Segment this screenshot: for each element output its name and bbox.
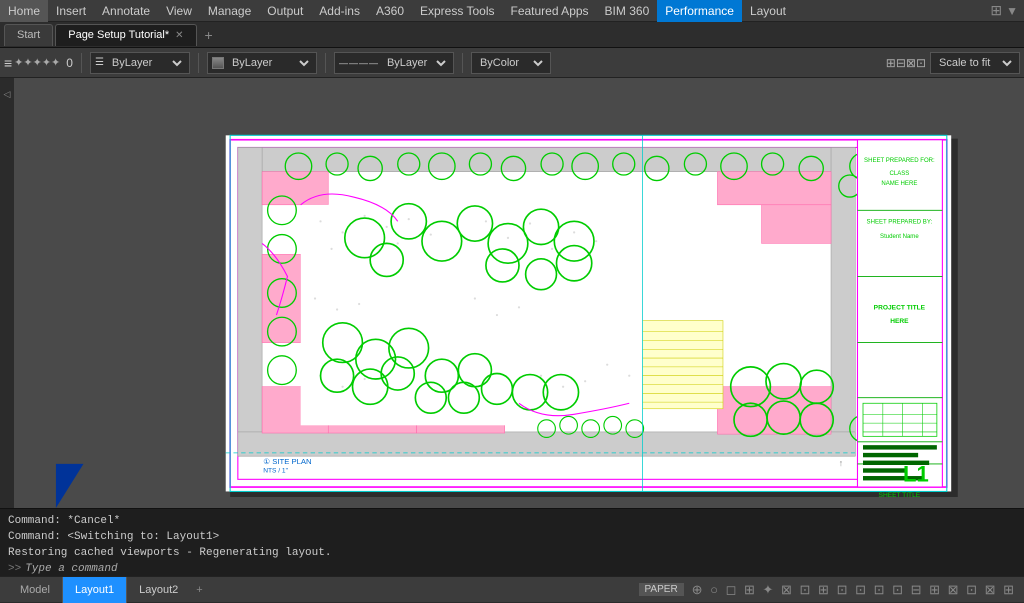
- cmd-line-1: Command: *Cancel*: [8, 513, 1016, 529]
- command-input-placeholder: Type a command: [25, 563, 117, 575]
- svg-text:SHEET PREPARED FOR:: SHEET PREPARED FOR:: [864, 158, 935, 164]
- svg-text:Student Name: Student Name: [880, 234, 919, 240]
- svg-text:PROJECT TITLE: PROJECT TITLE: [874, 305, 926, 312]
- menu-output[interactable]: Output: [259, 0, 311, 22]
- tab-bar: Start Page Setup Tutorial* ✕ +: [0, 22, 1024, 48]
- menu-performance[interactable]: Performance: [657, 0, 742, 22]
- menu-addins[interactable]: Add-ins: [311, 0, 368, 22]
- scale-dropdown[interactable]: Scale to fit: [930, 52, 1020, 74]
- color-select[interactable]: ByLayer: [228, 56, 312, 70]
- toolbar-icons: ✦✦✦✦✦: [14, 56, 60, 69]
- layer-count: 0: [66, 56, 73, 70]
- menu-express-tools[interactable]: Express Tools: [412, 0, 502, 22]
- toolbar-separator-2: [198, 53, 199, 73]
- tab-start[interactable]: Start: [4, 24, 53, 46]
- workspace-icon[interactable]: ⊞: [990, 2, 1002, 19]
- svg-text:SHEET TITLE: SHEET TITLE: [879, 492, 921, 499]
- layout2-tab[interactable]: Layout2: [126, 577, 190, 603]
- svg-text:① SITE PLAN: ① SITE PLAN: [263, 457, 311, 466]
- lineweight-select[interactable]: ByColor: [476, 56, 546, 70]
- layout1-tab[interactable]: Layout1: [62, 577, 126, 603]
- prompt-symbol: >>: [8, 563, 21, 575]
- svg-text:◁: ◁: [4, 89, 11, 99]
- tab-page-setup[interactable]: Page Setup Tutorial* ✕: [55, 24, 196, 46]
- toolbar-separator-4: [462, 53, 463, 73]
- main-area: ◁: [0, 78, 1024, 508]
- command-prompt[interactable]: >> Type a command: [8, 563, 1016, 575]
- menu-a360[interactable]: A360: [368, 0, 412, 22]
- tab-close-icon[interactable]: ✕: [175, 30, 183, 41]
- tab-add-button[interactable]: +: [199, 25, 219, 45]
- svg-text:CLASS: CLASS: [889, 171, 909, 177]
- svg-text:HERE: HERE: [890, 318, 909, 325]
- linetype-dropdown[interactable]: ———— ByLayer: [334, 52, 454, 74]
- scale-select[interactable]: Scale to fit: [935, 56, 1015, 70]
- svg-text:L1: L1: [903, 462, 929, 487]
- toolbar-left-tools: ≡ ✦✦✦✦✦ 0: [4, 55, 73, 71]
- menu-insert[interactable]: Insert: [48, 0, 94, 22]
- paper-badge: PAPER: [639, 583, 684, 596]
- toolbar: ≡ ✦✦✦✦✦ 0 ☰ ByLayer ByLayer ———— ByLayer…: [0, 48, 1024, 78]
- menu-featured-apps[interactable]: Featured Apps: [502, 0, 596, 22]
- toolbar-separator-3: [325, 53, 326, 73]
- toolbar-separator-1: [81, 53, 82, 73]
- add-layout-button[interactable]: +: [190, 582, 208, 598]
- menu-bim360[interactable]: BIM 360: [597, 0, 658, 22]
- model-tab[interactable]: Model: [8, 577, 62, 603]
- cmd-line-2: Command: <Switching to: Layout1>: [8, 529, 1016, 545]
- linetype-select[interactable]: ByLayer: [383, 56, 449, 70]
- status-right-panel: PAPER ⊕ ○ ◻ ⊞ ✦ ⊠ ⊡ ⊞ ⊡ ⊡ ⊡ ⊡ ⊟ ⊞ ⊠ ⊡ ⊠ …: [639, 582, 1017, 598]
- menu-layout[interactable]: Layout: [742, 0, 794, 22]
- cmd-line-3: Restoring cached viewports - Regeneratin…: [8, 545, 1016, 561]
- menu-annotate[interactable]: Annotate: [94, 0, 158, 22]
- view-icons: ⊞⊟⊠⊡: [886, 56, 926, 70]
- svg-text:↑: ↑: [839, 458, 843, 468]
- layer-icon: ≡: [4, 55, 12, 71]
- menu-manage[interactable]: Manage: [200, 0, 259, 22]
- left-panel: ◁: [0, 78, 14, 508]
- status-bar: Model Layout1 Layout2 + PAPER ⊕ ○ ◻ ⊞ ✦ …: [0, 576, 1024, 602]
- cad-drawing: SHEET PREPARED FOR: CLASS NAME HERE SHEE…: [14, 78, 1024, 508]
- menu-bar: Home Insert Annotate View Manage Output …: [0, 0, 1024, 22]
- search-icon[interactable]: ▼: [1006, 4, 1018, 18]
- lineweight-dropdown[interactable]: ByColor: [471, 52, 551, 74]
- drawing-canvas-area[interactable]: SHEET PREPARED FOR: CLASS NAME HERE SHEE…: [14, 78, 1024, 508]
- menu-home[interactable]: Home: [0, 0, 48, 22]
- left-panel-icons: ◁: [0, 82, 14, 162]
- menu-view[interactable]: View: [158, 0, 200, 22]
- layer-select[interactable]: ByLayer: [108, 56, 185, 70]
- color-dropdown[interactable]: ByLayer: [207, 52, 317, 74]
- svg-text:SHEET PREPARED BY:: SHEET PREPARED BY:: [867, 220, 933, 226]
- svg-text:NTS / 1": NTS / 1": [263, 468, 288, 475]
- color-swatch: [212, 57, 224, 69]
- status-icons: ⊕ ○ ◻ ⊞ ✦ ⊠ ⊡ ⊞ ⊡ ⊡ ⊡ ⊡ ⊟ ⊞ ⊠ ⊡ ⊠ ⊞: [692, 582, 1016, 598]
- command-line: Command: *Cancel* Command: <Switching to…: [0, 508, 1024, 576]
- layer-dropdown[interactable]: ☰ ByLayer: [90, 52, 190, 74]
- svg-text:NAME HERE: NAME HERE: [881, 181, 917, 187]
